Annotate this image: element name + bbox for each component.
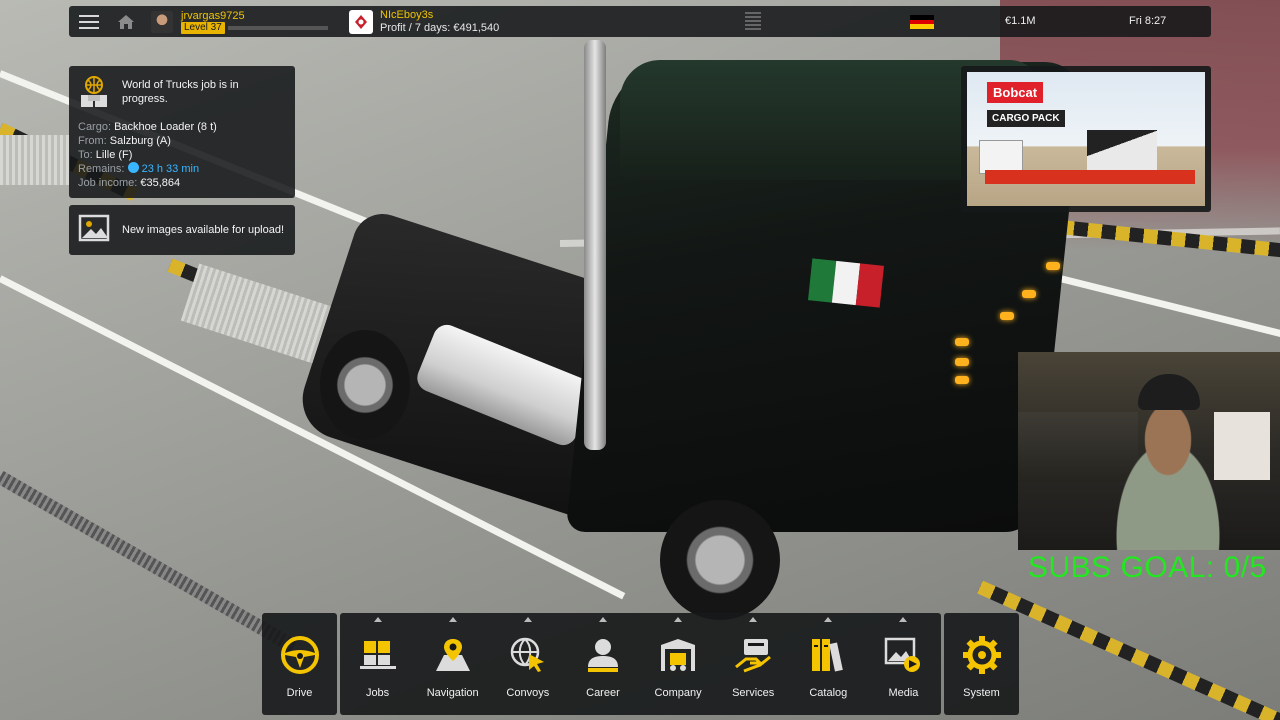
excavator-graphic — [1087, 130, 1157, 170]
advert-title: CARGO PACK — [987, 110, 1065, 127]
level-badge: Level 37 — [181, 21, 225, 34]
menu-convoys-label: Convoys — [506, 687, 550, 699]
marker-light — [1000, 312, 1014, 320]
game-clock: Fri 8:27 — [1129, 15, 1167, 27]
globe-cursor-icon — [508, 635, 548, 675]
xp-progress-bar — [227, 25, 328, 30]
world-cargo-icon — [78, 76, 110, 108]
menu-system[interactable]: System — [944, 613, 1019, 715]
caret-up-icon — [899, 617, 908, 622]
caret-up-icon — [749, 617, 758, 622]
germany-flag-icon — [910, 15, 934, 30]
username: jrvargas9725 — [181, 9, 245, 22]
services-icon — [733, 635, 773, 675]
job-notice-title: World of Trucks job is in progress. — [122, 79, 239, 105]
timer-icon — [127, 162, 139, 173]
menu-drive[interactable]: Drive — [262, 613, 337, 715]
home-icon[interactable] — [109, 6, 143, 37]
advert-image[interactable]: Bobcat CARGO PACK — [967, 72, 1205, 206]
marker-light — [1046, 262, 1060, 270]
remains-row: Remains: 23 h 33 min — [78, 162, 200, 175]
menu-company[interactable]: Company — [641, 613, 716, 715]
media-icon — [883, 635, 923, 675]
avatar[interactable] — [151, 10, 173, 33]
menu-media[interactable]: Media — [866, 613, 941, 715]
company-logo-icon[interactable] — [349, 9, 373, 34]
image-icon — [78, 214, 110, 246]
lane-marking — [1039, 270, 1280, 340]
hazard-stripe — [977, 580, 1280, 720]
mexico-flag — [808, 258, 884, 308]
top-status-bar: jrvargas9725 Level 37 NIcEboy3s Profit /… — [69, 6, 1211, 37]
menu-catalog[interactable]: Catalog — [791, 613, 866, 715]
image-notice-text: New images available for upload! — [122, 224, 285, 236]
cargo-row: Cargo: Backhoe Loader (8 t) — [78, 121, 217, 133]
caret-up-icon — [674, 617, 683, 622]
marker-light — [955, 376, 969, 384]
menu-navigation-label: Navigation — [426, 687, 479, 699]
bank-balance[interactable]: €1.1M — [1005, 15, 1036, 27]
system-menu-group: System — [944, 613, 1019, 715]
gear-icon — [962, 635, 1002, 675]
exhaust-stack — [584, 40, 606, 450]
truck-wheel — [320, 330, 410, 440]
webcam-overlay — [1018, 352, 1280, 550]
truck-graphic — [979, 140, 1023, 174]
menu-jobs[interactable]: Jobs — [340, 613, 415, 715]
caret-up-icon — [824, 617, 833, 622]
floor-grate — [0, 470, 298, 654]
job-details: Cargo: Backhoe Loader (8 t) From: Salzbu… — [78, 120, 286, 190]
trailer-graphic — [985, 170, 1195, 184]
marker-light — [1022, 290, 1036, 298]
truck-garage-icon — [658, 635, 698, 675]
caret-up-icon — [448, 617, 457, 622]
from-row: From: Salzburg (A) — [78, 135, 171, 147]
menu-company-label: Company — [654, 687, 702, 699]
profit-text: Profit / 7 days: €491,540 — [380, 21, 500, 34]
books-icon — [808, 635, 848, 675]
menu-system-label: System — [963, 687, 1000, 699]
menu-media-label: Media — [888, 687, 919, 699]
menu-career-label: Career — [586, 687, 620, 699]
menu-services[interactable]: Services — [716, 613, 791, 715]
signal-bars-icon — [745, 12, 761, 32]
player-profile[interactable]: jrvargas9725 Level 37 — [181, 10, 331, 34]
menu-services-label: Services — [732, 687, 775, 699]
menu-navigation[interactable]: Navigation — [415, 613, 490, 715]
company-info[interactable]: NIcEboy3s Profit / 7 days: €491,540 — [380, 9, 499, 35]
floor-grate — [0, 135, 70, 185]
menu-convoys[interactable]: Convoys — [490, 613, 565, 715]
streamer-cap — [1138, 374, 1200, 410]
hamburger-menu-icon[interactable] — [69, 6, 109, 37]
dlc-advert[interactable]: Bobcat CARGO PACK — [961, 66, 1211, 212]
advert-brand: Bobcat — [987, 82, 1044, 103]
main-menu-group: Jobs Navigation Convoys Career Company S… — [340, 613, 941, 715]
subs-goal-text: SUBS GOAL: 0/5 — [1028, 551, 1267, 584]
image-upload-notification[interactable]: New images available for upload! — [69, 205, 295, 255]
caret-up-icon — [598, 617, 607, 622]
drive-menu-group: Drive — [262, 613, 337, 715]
marker-light — [955, 338, 969, 346]
map-pin-icon — [433, 635, 473, 675]
job-progress-notification[interactable]: World of Trucks job is in progress. Carg… — [69, 66, 295, 198]
marker-light — [955, 358, 969, 366]
truck-wheel — [660, 500, 780, 620]
caret-up-icon — [523, 617, 532, 622]
menu-jobs-label: Jobs — [365, 687, 390, 699]
income-row: Job income: €35,864 — [78, 177, 181, 189]
streamer — [1088, 392, 1248, 550]
caret-up-icon — [373, 617, 382, 622]
menu-career[interactable]: Career — [565, 613, 640, 715]
menu-drive-label: Drive — [286, 687, 313, 699]
company-name: NIcEboy3s — [380, 8, 434, 21]
menu-catalog-label: Catalog — [809, 687, 848, 699]
steering-wheel-icon — [280, 635, 320, 675]
to-row: To: Lille (F) — [78, 149, 133, 161]
person-icon — [583, 635, 623, 675]
jobs-icon — [358, 635, 398, 675]
